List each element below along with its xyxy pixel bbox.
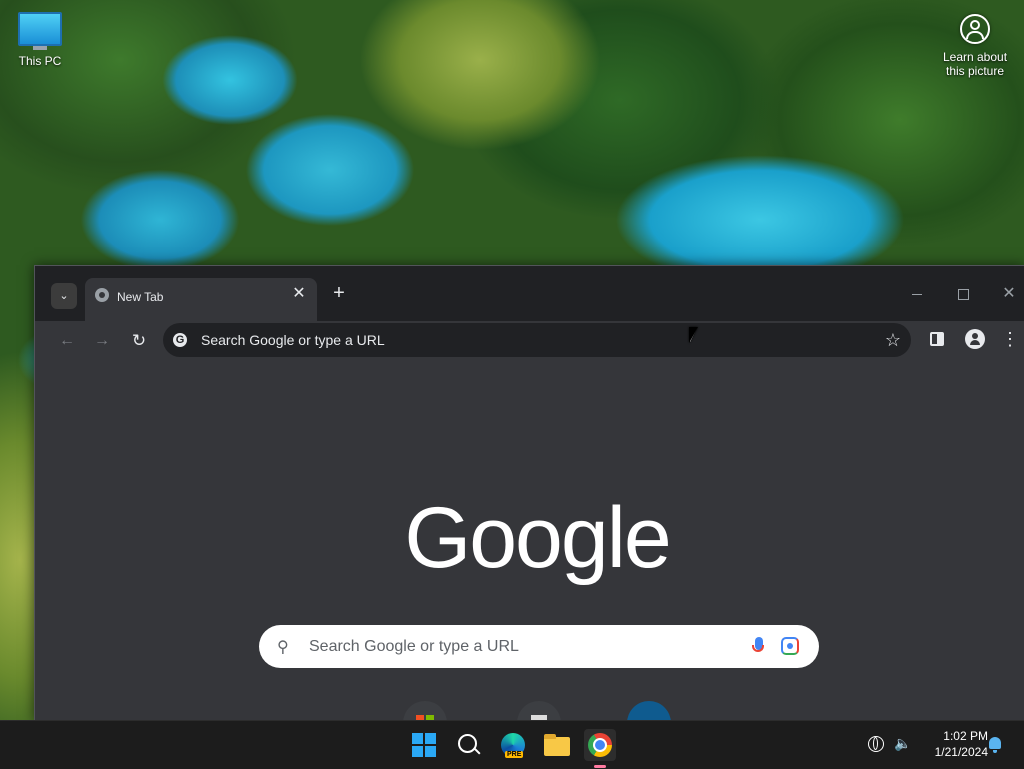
close-tab-icon[interactable]: ✕ — [289, 284, 309, 304]
chevron-down-icon: ⌄ — [59, 290, 69, 302]
bookmark-star-icon[interactable]: ☆ — [885, 330, 901, 351]
tab-title: New Tab — [117, 290, 164, 304]
clock-time: 1:02 PM — [943, 729, 988, 743]
edge-preview-badge: PRE — [505, 751, 524, 758]
browser-toolbar: ← → ↻ G Search Google or type a URL ☆ ⋮ — [35, 321, 1024, 361]
forward-arrow-icon[interactable]: → — [90, 330, 114, 352]
mouse-cursor-icon — [689, 327, 698, 343]
microphone-icon[interactable] — [752, 637, 764, 652]
close-window-icon[interactable]: ✕ — [997, 284, 1021, 304]
ntp-search-placeholder: Search Google or type a URL — [309, 638, 519, 655]
new-tab-button[interactable]: + — [327, 282, 351, 306]
search-icon: ⚲ — [277, 639, 289, 656]
address-bar-placeholder: Search Google or type a URL — [201, 332, 385, 348]
google-g-icon: G — [173, 333, 187, 347]
chrome-window: ⌄ New Tab ✕ + ✕ ← → ↻ G Search Google or… — [34, 265, 1024, 731]
edge-preview-icon[interactable]: PRE — [497, 729, 529, 761]
tab-new-tab[interactable]: New Tab ✕ — [85, 278, 317, 322]
profile-avatar-icon[interactable] — [965, 329, 985, 349]
ntp-search-box[interactable]: ⚲ Search Google or type a URL — [259, 625, 819, 668]
desktop-icon-learn-about-picture[interactable]: Learn about this picture — [936, 14, 1014, 78]
taskbar: PRE 🔈 1:02 PM 1/21/2024 — [0, 720, 1024, 769]
system-clock[interactable]: 1:02 PM 1/21/2024 — [918, 728, 988, 760]
desktop-icon-label: Learn about this picture — [942, 50, 1008, 78]
chrome-favicon-icon — [95, 288, 109, 302]
minimize-icon[interactable] — [905, 284, 929, 304]
address-bar[interactable]: G Search Google or type a URL ☆ — [163, 323, 911, 357]
notification-bell-icon[interactable] — [989, 737, 1001, 753]
back-arrow-icon[interactable]: ← — [55, 330, 79, 352]
chrome-taskbar-icon[interactable] — [584, 729, 616, 761]
network-globe-icon[interactable] — [868, 736, 884, 752]
desktop-icon-label: This PC — [18, 54, 62, 68]
kebab-menu-icon[interactable]: ⋮ — [1001, 328, 1019, 350]
maximize-icon[interactable] — [951, 284, 975, 304]
new-tab-page: Google ⚲ Search Google or type a URL — [35, 361, 1024, 731]
taskbar-search-icon[interactable] — [452, 729, 484, 761]
google-logo: Google — [404, 490, 671, 586]
tab-search-button[interactable]: ⌄ — [51, 283, 77, 309]
start-button[interactable] — [408, 729, 440, 761]
google-lens-icon[interactable] — [781, 637, 799, 655]
speaker-muted-icon[interactable]: 🔈 — [894, 735, 911, 752]
learn-about-picture-icon — [960, 14, 990, 44]
file-explorer-icon[interactable] — [541, 729, 573, 761]
tab-strip: ⌄ New Tab ✕ + ✕ — [35, 266, 1024, 322]
clock-date: 1/21/2024 — [934, 745, 988, 759]
side-panel-icon[interactable] — [930, 332, 944, 346]
reload-icon[interactable]: ↻ — [127, 330, 151, 352]
desktop-icon-this-pc[interactable]: This PC — [10, 10, 70, 68]
monitor-icon — [18, 12, 62, 50]
